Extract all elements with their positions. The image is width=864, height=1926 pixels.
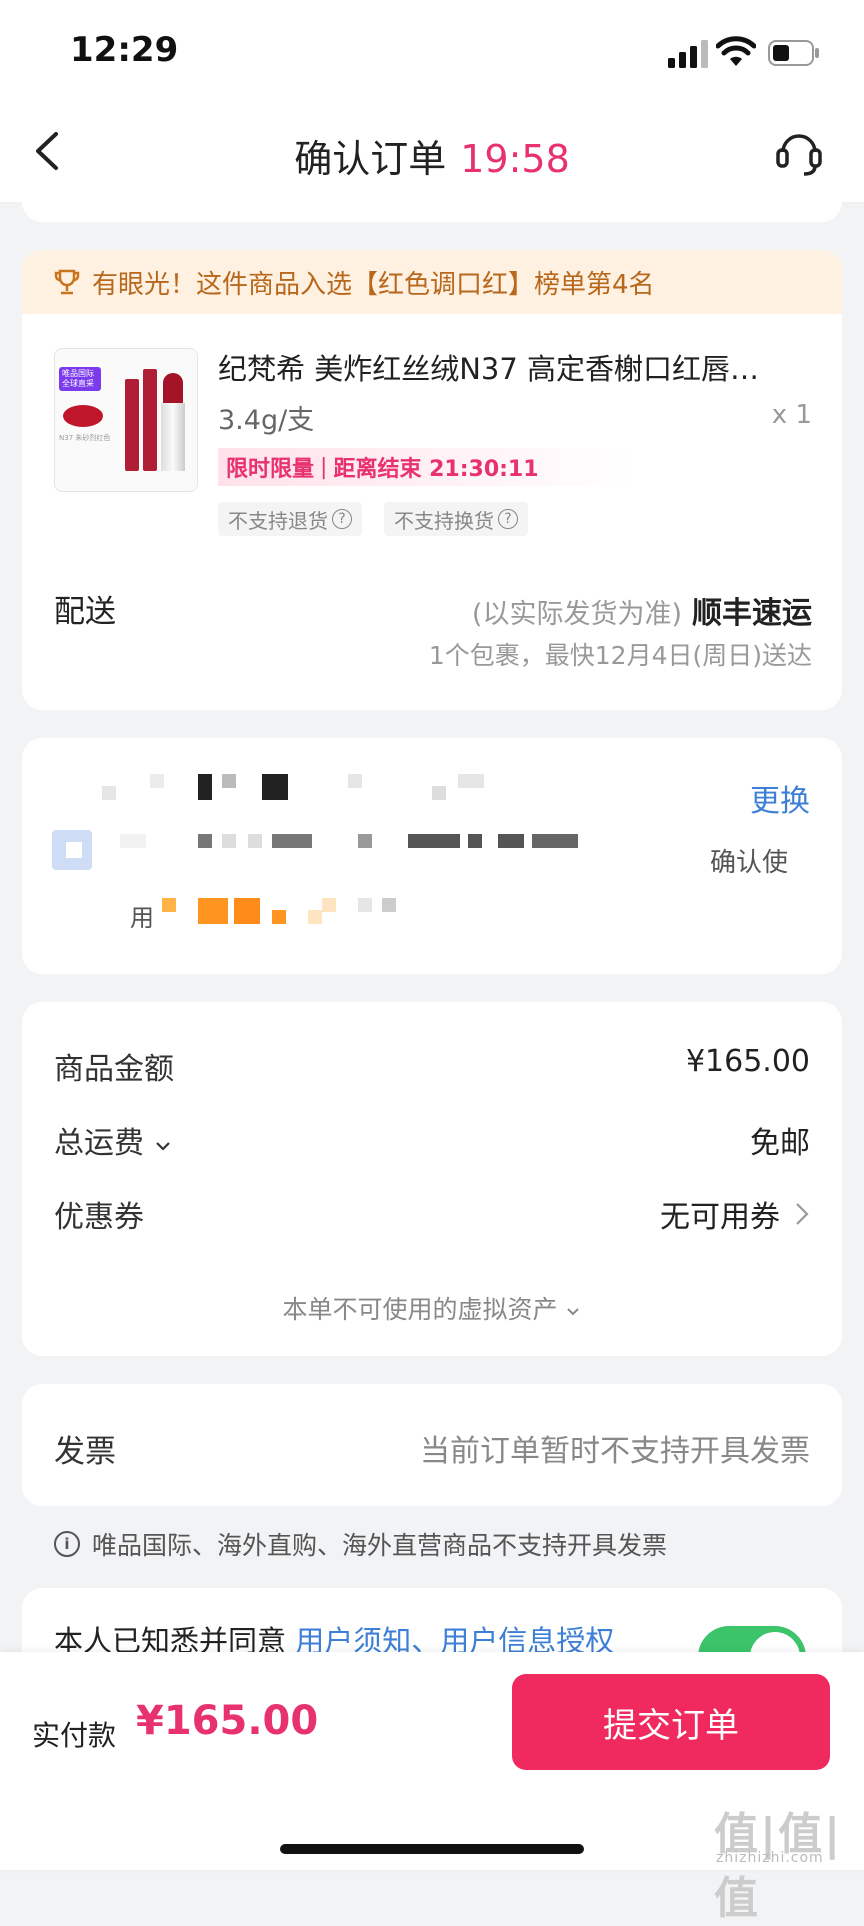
invoice-note-text: 唯品国际、海外直购、海外直营商品不支持开具发票 (92, 1531, 668, 1560)
home-indicator[interactable] (280, 1844, 584, 1854)
ranking-banner-text: 有眼光！这件商品入选【红色调口红】榜单第4名 (92, 269, 655, 300)
ranking-banner[interactable]: 有眼光！这件商品入选【红色调口红】榜单第4名 (22, 250, 842, 314)
lipstick-bullet (163, 373, 183, 403)
shipping-eta: 1个包裹，最快12月4日(周日)送达 (428, 641, 812, 670)
redacted-block (222, 774, 236, 788)
question-icon: ? (332, 509, 352, 529)
use-text: 用 (130, 904, 154, 932)
redacted-block (322, 898, 336, 912)
battery-icon (768, 40, 819, 66)
redacted-block (458, 774, 484, 788)
shipping-label: 配送 (54, 594, 116, 630)
price-summary-card: 商品金额 ¥165.00 总运费 免邮 优惠券 无可用券 本单不可使用的虚拟资产 (22, 1002, 842, 1356)
pay-label: 实付款 (32, 1719, 117, 1752)
product-qty: x 1 (771, 400, 812, 430)
pay-amount: ¥165.00 (136, 1698, 319, 1744)
invoice-value: 当前订单暂时不支持开具发票 (420, 1434, 810, 1469)
virtual-assets-text: 本单不可使用的虚拟资产 (282, 1295, 558, 1324)
wifi-icon (716, 36, 756, 66)
chevron-right-icon (796, 1203, 809, 1225)
order-countdown: 19:58 (460, 137, 570, 181)
invoice-card: 发票 当前订单暂时不支持开具发票 (22, 1384, 842, 1506)
redacted-block (262, 774, 288, 800)
redacted-block (198, 898, 228, 924)
redacted-block (198, 774, 212, 800)
redacted-block (162, 898, 176, 912)
shipping-carrier: 顺丰速运 (692, 596, 812, 631)
tag-no-exchange-text: 不支持换货 (394, 508, 494, 533)
redacted-block (468, 834, 482, 848)
lipstick-2 (143, 369, 157, 471)
tag-no-return-text: 不支持退货 (228, 508, 328, 533)
product-card: 有眼光！这件商品入选【红色调口红】榜单第4名 唯品国际 全球直采 N37 朱砂烈… (22, 250, 842, 710)
redacted-block (120, 834, 146, 848)
redacted-block (150, 774, 164, 788)
lip-swatch (63, 405, 103, 427)
submit-order-button[interactable]: 提交订单 (512, 1674, 830, 1770)
coupon-selector[interactable]: 无可用券 (660, 1192, 810, 1236)
shipping-note: (以实际发货为准) (471, 599, 682, 630)
shipping-fee-value: 免邮 (750, 1126, 810, 1161)
redacted-block (498, 834, 524, 848)
redacted-block (358, 898, 372, 912)
redacted-block (432, 786, 446, 800)
tag-no-return[interactable]: 不支持退货? (218, 502, 362, 536)
redacted-block (348, 774, 362, 788)
redacted-block (358, 834, 372, 848)
coupon-value: 无可用券 (660, 1200, 780, 1235)
change-address-button[interactable]: 更换 (750, 776, 810, 820)
product-name[interactable]: 纪梵希 美炸红丝绒N37 高定香榭口红唇… (218, 346, 818, 388)
status-bar: 12:29 (0, 0, 864, 100)
invoice-note: i 唯品国际、海外直购、海外直营商品不支持开具发票 (54, 1526, 667, 1562)
watermark-site: zhizhizhi.com (716, 1850, 824, 1866)
status-time: 12:29 (70, 30, 179, 70)
promo-badge: 限时限量 | 距离结束 21:30:11 (218, 448, 638, 486)
address-card[interactable]: 更换 确认使 用 (22, 738, 842, 974)
virtual-assets-toggle[interactable]: 本单不可使用的虚拟资产 (22, 1290, 842, 1326)
shipping-info: (以实际发货为准) 顺丰速运 (472, 588, 812, 632)
redacted-block (272, 834, 312, 848)
redacted-block (308, 910, 322, 924)
trophy-icon (54, 269, 80, 295)
goods-amount-value: ¥165.00 (685, 1044, 810, 1079)
customer-service-icon[interactable] (774, 126, 824, 178)
thumb-badge: 唯品国际 全球直采 (59, 367, 101, 391)
redacted-block (272, 910, 286, 924)
product-thumbnail[interactable]: 唯品国际 全球直采 N37 朱砂烈红色 (54, 348, 198, 492)
product-spec: 3.4g/支 (218, 405, 315, 436)
redacted-block (382, 898, 396, 912)
coupon-label: 优惠券 (54, 1200, 144, 1235)
info-icon: i (54, 1531, 80, 1557)
promo-countdown: 距离结束 21:30:11 (333, 457, 539, 482)
redacted-block (102, 786, 116, 800)
shipping-fee-row[interactable]: 总运费 (54, 1118, 172, 1162)
thumb-caption: N37 朱砂烈红色 (59, 434, 111, 442)
redacted-block (248, 834, 262, 848)
bottom-bar: 实付款 ¥165.00 提交订单 值|值|值 zhizhizhi.com (0, 1652, 864, 1924)
redacted-block (532, 834, 578, 848)
promo-separator: | (320, 454, 328, 480)
page-title: 确认订单 19:58 (0, 128, 864, 183)
invoice-label: 发票 (54, 1434, 116, 1470)
redacted-block (234, 898, 260, 924)
lipstick-tube (161, 403, 185, 471)
page-title-text: 确认订单 (294, 137, 447, 181)
tag-no-exchange[interactable]: 不支持换货? (384, 502, 528, 536)
confirm-use-text: 确认使 (710, 848, 789, 878)
nav-bar: 确认订单 19:58 (0, 100, 864, 203)
redacted-block (198, 834, 212, 848)
redacted-block (408, 834, 460, 848)
goods-amount-label: 商品金额 (54, 1052, 174, 1087)
promo-label: 限时限量 (226, 457, 315, 482)
chevron-down-icon (567, 1308, 580, 1316)
question-icon: ? (498, 509, 518, 529)
chevron-down-icon (155, 1142, 170, 1151)
lipstick-1 (125, 379, 139, 471)
signal-icon (668, 40, 708, 68)
shipping-fee-label: 总运费 (54, 1126, 144, 1161)
address-icon-inner (66, 842, 82, 858)
redacted-block (222, 834, 236, 848)
previous-card-bottom (22, 202, 842, 222)
